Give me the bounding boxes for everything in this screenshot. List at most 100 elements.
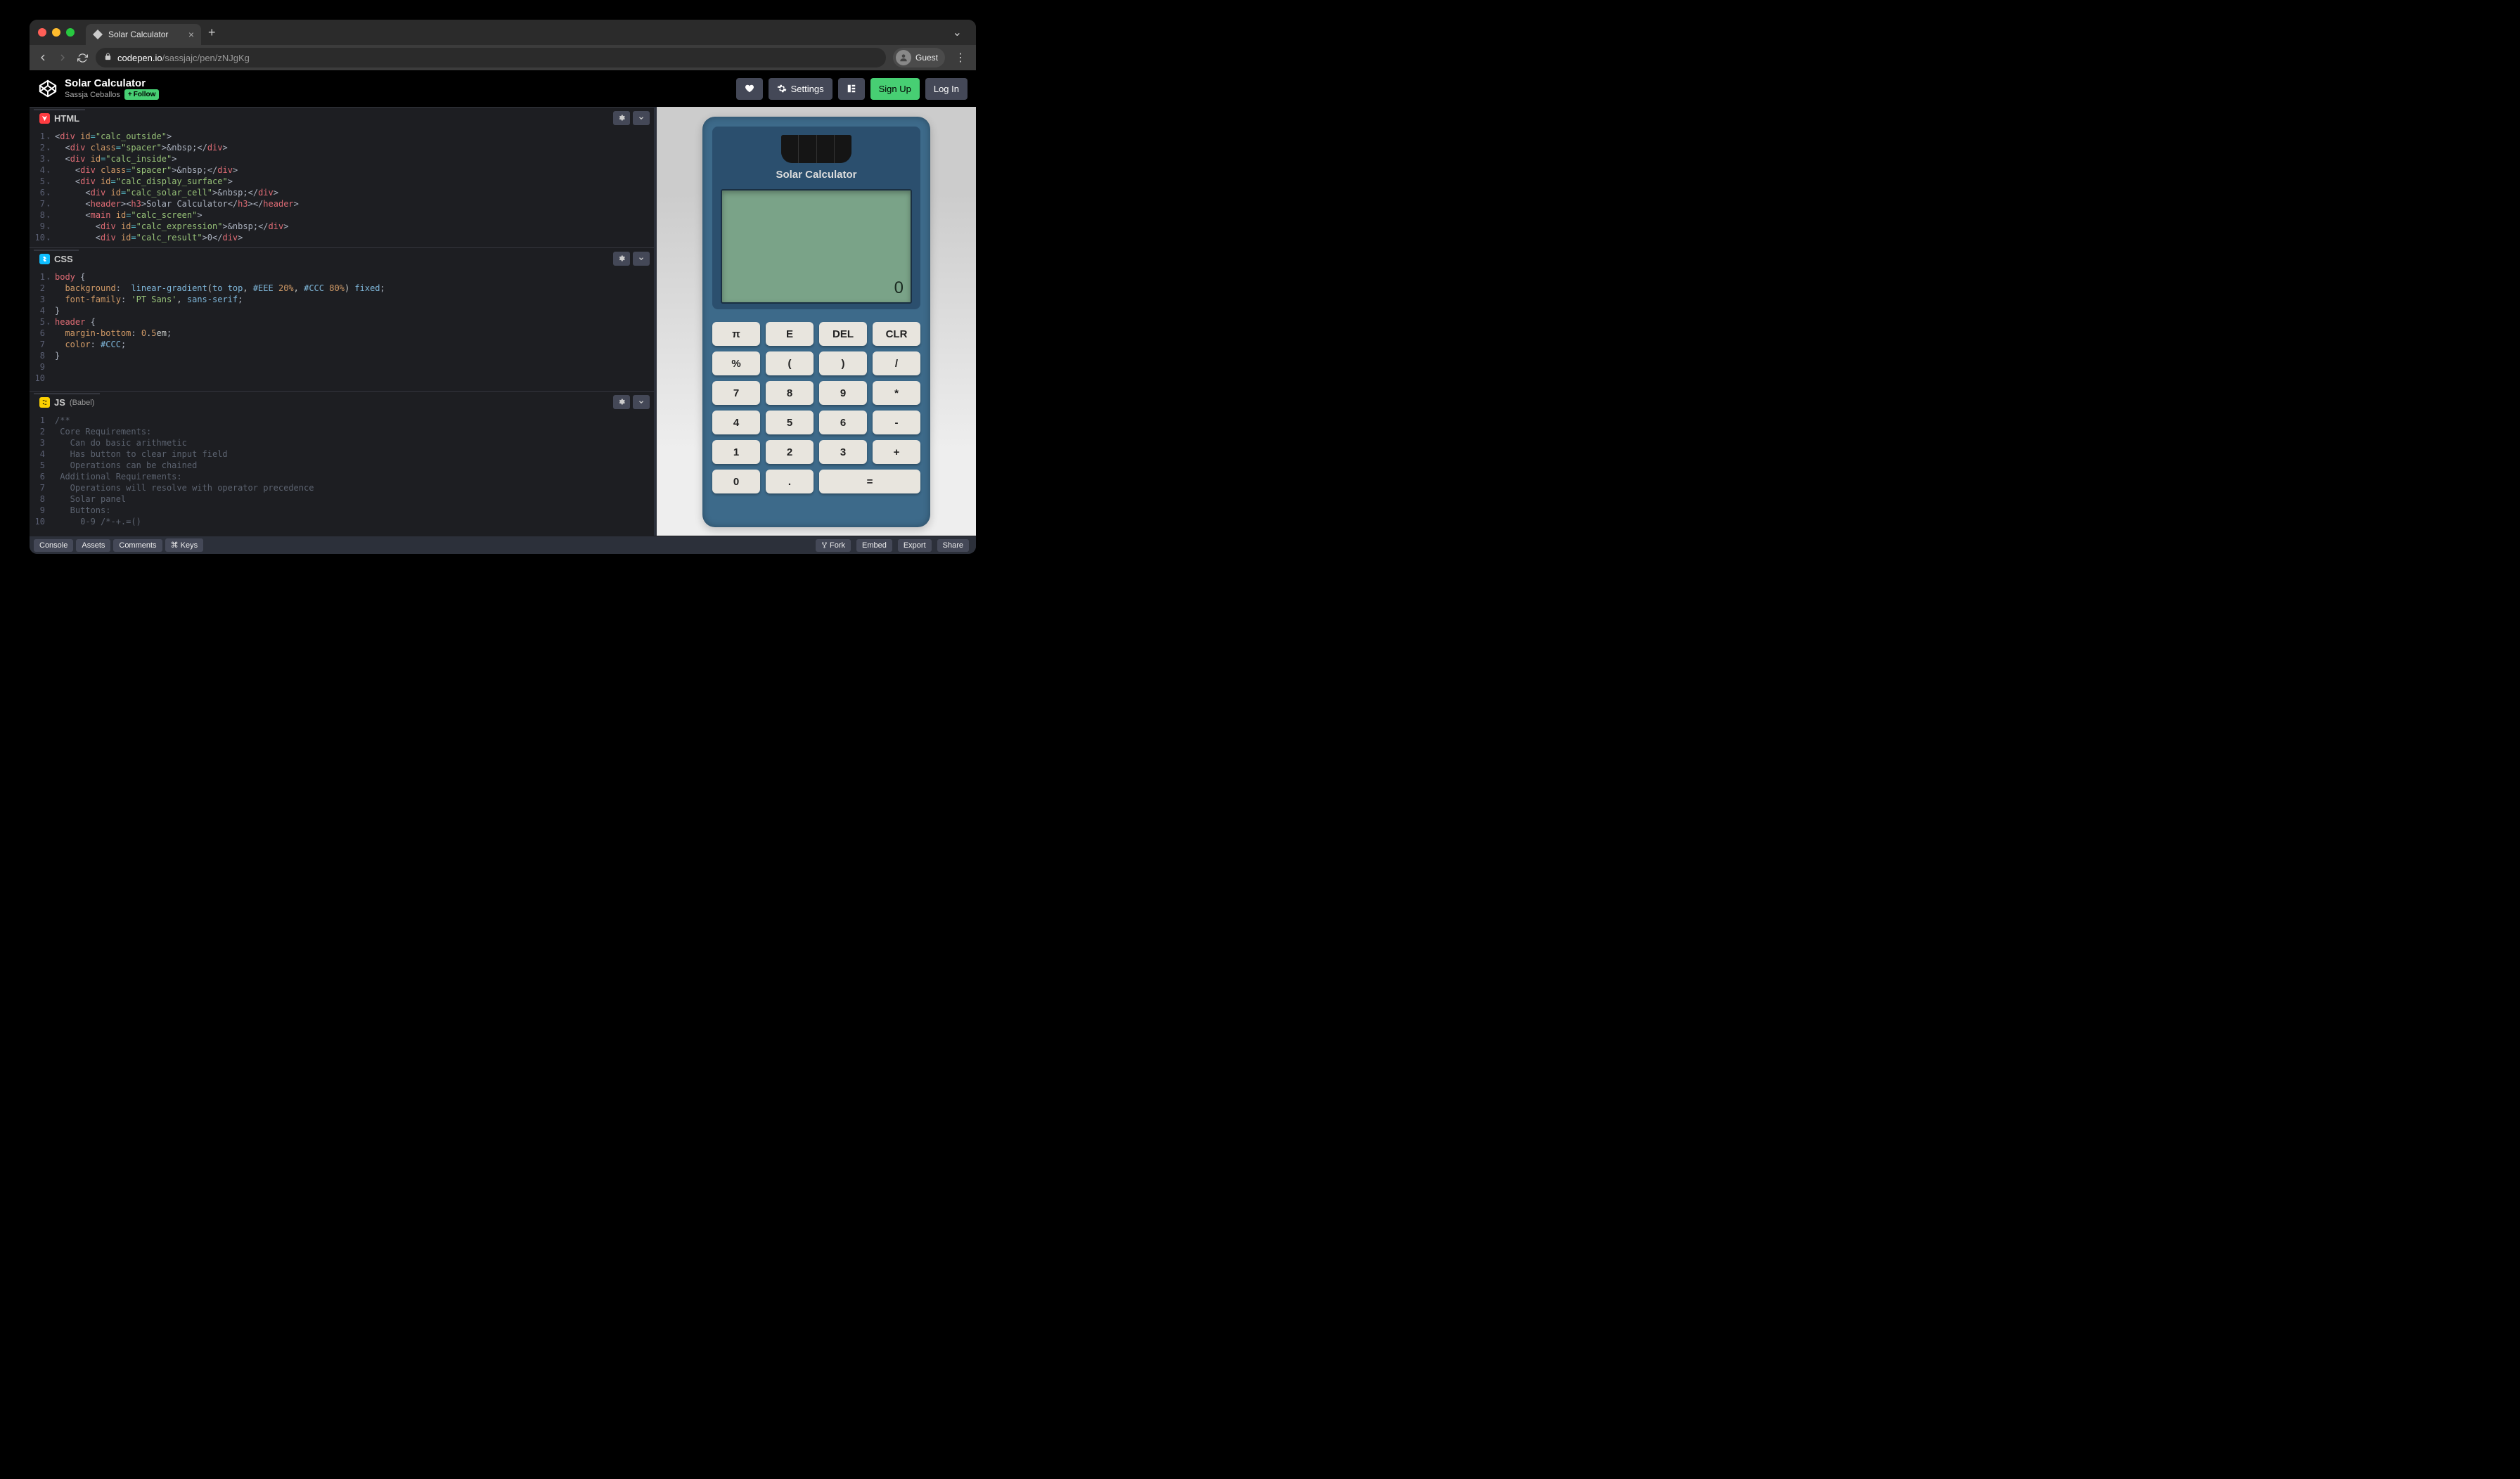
export-button[interactable]: Export: [898, 539, 932, 552]
console-button[interactable]: Console: [34, 539, 73, 552]
close-tab-button[interactable]: ×: [188, 29, 194, 40]
profile-chip[interactable]: Guest: [893, 48, 945, 67]
tab-title: Solar Calculator: [108, 30, 168, 39]
solar-cell: [781, 135, 851, 163]
layout-button[interactable]: [838, 78, 865, 100]
js-badge-icon: [39, 397, 50, 408]
address-bar[interactable]: codepen.io/sassjajc/pen/zNJgKg: [96, 48, 886, 67]
calc-button-op-6[interactable]: ): [819, 351, 867, 375]
css-panel-header: CSS: [30, 247, 654, 269]
calc-button-6[interactable]: 6: [819, 411, 867, 434]
chevron-down-icon: [638, 255, 645, 262]
calc-button-4[interactable]: 4: [712, 411, 760, 434]
calc-button-8[interactable]: 8: [766, 381, 814, 405]
avatar-icon: [896, 50, 911, 65]
layout-icon: [847, 84, 856, 93]
html-dropdown-button[interactable]: [633, 111, 650, 125]
calc-button-op-21[interactable]: .: [766, 470, 814, 493]
calc-button-op-4[interactable]: %: [712, 351, 760, 375]
calc-button-op-0[interactable]: π: [712, 322, 760, 346]
assets-button[interactable]: Assets: [76, 539, 110, 552]
js-label: JS: [54, 397, 65, 408]
calc-button-del[interactable]: DEL: [819, 322, 867, 346]
css-label: CSS: [54, 254, 73, 264]
minimize-window-button[interactable]: [52, 28, 60, 37]
calc-button-op-5[interactable]: (: [766, 351, 814, 375]
login-button[interactable]: Log In: [925, 78, 968, 100]
gear-icon: [618, 114, 626, 122]
js-sublabel: (Babel): [70, 399, 94, 407]
calculator-screen: 0: [721, 189, 912, 304]
calc-button-op-7[interactable]: /: [873, 351, 920, 375]
css-dropdown-button[interactable]: [633, 252, 650, 266]
css-editor[interactable]: 12345678910 body { background: linear-gr…: [30, 269, 654, 391]
chevron-down-icon: [638, 115, 645, 122]
css-settings-button[interactable]: [613, 252, 630, 266]
html-settings-button[interactable]: [613, 111, 630, 125]
zoom-window-button[interactable]: [66, 28, 75, 37]
pen-title-block: Solar Calculator Sassja Ceballos Follow: [65, 77, 159, 100]
chevron-down-icon: [638, 399, 645, 406]
keys-button[interactable]: ⌘ Keys: [165, 538, 204, 552]
forward-button[interactable]: [56, 51, 69, 64]
calculator-expression: [729, 195, 904, 205]
calculator-keypad: πEDELCLR%()/ 789* 456- 123+0.=: [712, 322, 920, 493]
calc-button-op-19[interactable]: +: [873, 440, 920, 464]
calc-button-op-15[interactable]: -: [873, 411, 920, 434]
lock-icon: [104, 53, 112, 63]
calc-button-e[interactable]: E: [766, 322, 814, 346]
fork-icon: [821, 542, 828, 548]
browser-tab[interactable]: Solar Calculator ×: [86, 24, 201, 45]
calc-button-7[interactable]: 7: [712, 381, 760, 405]
js-gutter: 12345678910: [30, 412, 49, 536]
gear-icon: [777, 84, 787, 93]
codepen-logo-icon[interactable]: [38, 79, 58, 98]
calc-button-5[interactable]: 5: [766, 411, 814, 434]
browser-menu-button[interactable]: ⋮: [952, 51, 969, 65]
follow-button[interactable]: Follow: [124, 89, 160, 100]
editor-area: HTML 12345678910 <div id="calc_outside">…: [30, 107, 976, 536]
calc-button-op-11[interactable]: *: [873, 381, 920, 405]
browser-toolbar: codepen.io/sassjajc/pen/zNJgKg Guest ⋮: [30, 45, 976, 70]
html-editor[interactable]: 12345678910 <div id="calc_outside"> <div…: [30, 128, 654, 247]
calc-button-2[interactable]: 2: [766, 440, 814, 464]
comments-button[interactable]: Comments: [113, 539, 162, 552]
calc-button-1[interactable]: 1: [712, 440, 760, 464]
settings-label: Settings: [791, 84, 824, 94]
calc-button-op-22[interactable]: =: [819, 470, 920, 493]
pen-title: Solar Calculator: [65, 77, 159, 89]
gear-icon: [618, 398, 626, 406]
calc-button-clr[interactable]: CLR: [873, 322, 920, 346]
back-button[interactable]: [37, 51, 49, 64]
js-editor[interactable]: 12345678910 /** Core Requirements: Can d…: [30, 412, 654, 536]
calc-button-0[interactable]: 0: [712, 470, 760, 493]
css-badge-icon: [39, 254, 50, 264]
settings-button[interactable]: Settings: [769, 78, 832, 100]
tab-overflow-button[interactable]: ⌄: [947, 25, 968, 39]
fork-button[interactable]: Fork: [816, 539, 851, 552]
preview-pane: Solar Calculator 0 πEDELCLR%()/ 789* 456- 1…: [657, 107, 976, 536]
html-gutter: 12345678910: [30, 128, 49, 247]
share-button[interactable]: Share: [937, 539, 969, 552]
html-panel-header: HTML: [30, 107, 654, 128]
browser-window: Solar Calculator × + ⌄ codepen.io/sassja…: [30, 20, 976, 554]
close-window-button[interactable]: [38, 28, 46, 37]
new-tab-button[interactable]: +: [201, 25, 223, 40]
pen-author[interactable]: Sassja Ceballos: [65, 91, 120, 99]
calculator-title: Solar Calculator: [721, 169, 912, 181]
signup-button[interactable]: Sign Up: [870, 78, 920, 100]
js-dropdown-button[interactable]: [633, 395, 650, 409]
heart-icon: [745, 84, 754, 93]
js-settings-button[interactable]: [613, 395, 630, 409]
window-titlebar: Solar Calculator × + ⌄: [30, 20, 976, 45]
css-panel: CSS 12345678910 body { background: linea…: [30, 247, 654, 391]
calc-button-9[interactable]: 9: [819, 381, 867, 405]
html-badge-icon: [39, 113, 50, 124]
reload-button[interactable]: [76, 51, 89, 64]
love-button[interactable]: [736, 78, 763, 100]
embed-button[interactable]: Embed: [856, 539, 892, 552]
html-panel: HTML 12345678910 <div id="calc_outside">…: [30, 107, 654, 247]
profile-label: Guest: [915, 53, 938, 63]
window-controls: [38, 28, 75, 37]
calc-button-3[interactable]: 3: [819, 440, 867, 464]
